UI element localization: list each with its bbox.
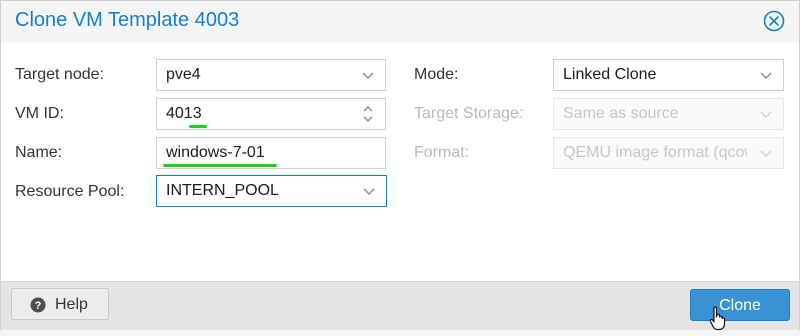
target-storage-label: Target Storage: — [414, 105, 524, 122]
target-storage-select: Same as source — [553, 98, 784, 130]
help-button[interactable]: ? Help — [11, 288, 109, 320]
question-circle-icon: ? — [30, 297, 46, 313]
help-button-label: Help — [55, 296, 88, 313]
vm-id-label: VM ID: — [15, 105, 64, 122]
clone-vm-dialog: Clone VM Template 4003 Target node: pve4… — [0, 0, 800, 331]
chevron-down-icon[interactable] — [357, 65, 379, 85]
name-annotation-underline — [163, 164, 277, 167]
mode-value: Linked Clone — [563, 66, 657, 83]
hand-cursor-icon — [709, 306, 729, 331]
dialog-header: Clone VM Template 4003 — [1, 1, 799, 43]
close-icon[interactable] — [763, 10, 785, 32]
vm-id-value: 4013 — [166, 105, 202, 122]
resource-pool-select[interactable]: INTERN_POOL — [156, 175, 387, 207]
mode-label: Mode: — [414, 66, 459, 83]
spinner-arrows-icon[interactable] — [357, 104, 379, 124]
vm-id-annotation-underline — [189, 125, 207, 128]
chevron-down-icon — [755, 104, 777, 124]
clone-button-label: Clone — [719, 297, 761, 314]
mode-select[interactable]: Linked Clone — [553, 59, 784, 91]
dialog-title: Clone VM Template 4003 — [15, 9, 240, 31]
format-label: Format: — [414, 144, 470, 161]
target-node-label: Target node: — [15, 66, 104, 83]
chevron-down-icon — [755, 143, 777, 163]
format-select: QEMU image format (qcow2) — [553, 137, 784, 169]
chevron-down-icon[interactable] — [358, 181, 380, 201]
dialog-footer — [1, 281, 799, 330]
chevron-down-icon[interactable] — [755, 65, 777, 85]
target-node-value: pve4 — [166, 66, 201, 83]
resource-pool-value: INTERN_POOL — [166, 182, 279, 199]
name-label: Name: — [15, 144, 63, 161]
clone-button[interactable]: Clone — [690, 289, 790, 321]
target-node-select[interactable]: pve4 — [156, 59, 386, 91]
resource-pool-label: Resource Pool: — [15, 183, 125, 200]
svg-text:?: ? — [35, 300, 42, 312]
format-value: QEMU image format (qcow2) — [563, 144, 747, 161]
name-value: windows-7-01 — [166, 144, 265, 161]
target-storage-value: Same as source — [563, 105, 679, 122]
